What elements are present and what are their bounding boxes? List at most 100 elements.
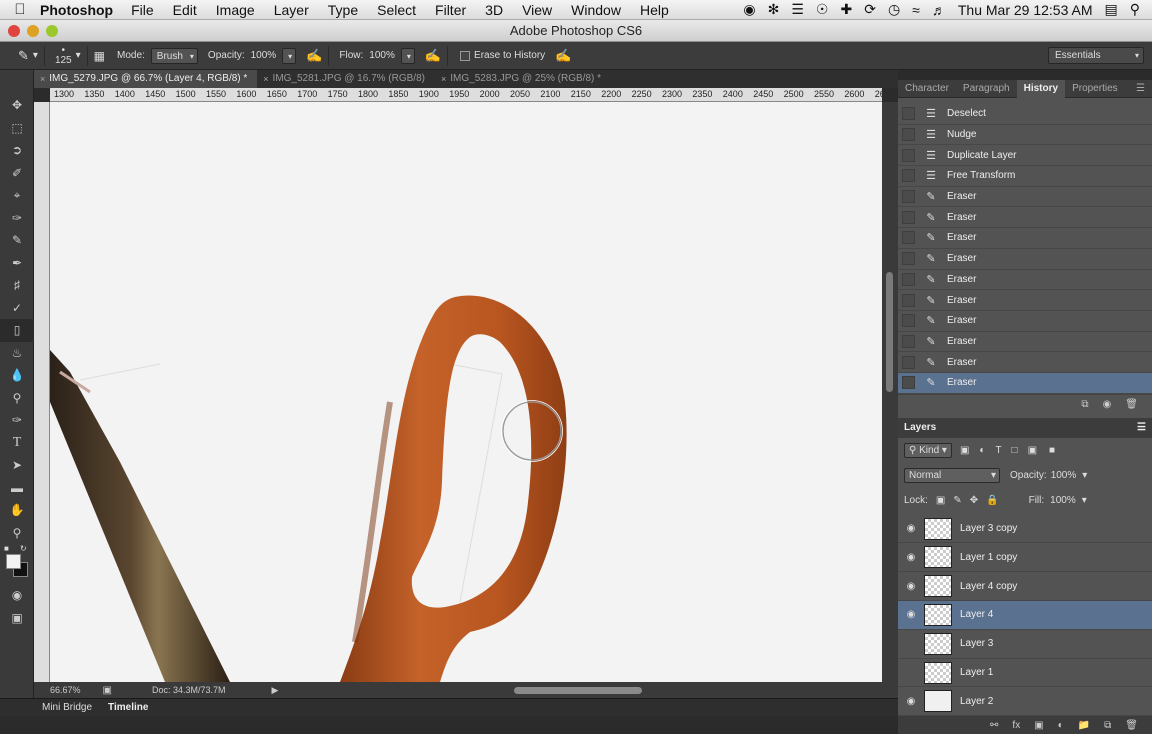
menu-layer[interactable]: Layer — [274, 2, 309, 18]
link-layers-icon[interactable]: ⚯ — [990, 720, 998, 731]
spotlight-icon[interactable]: ⚲ — [1130, 1, 1140, 18]
kind-filter-dropdown[interactable]: ⚲ Kind ▾ — [904, 442, 952, 458]
blur-tool-icon[interactable]: 💧 — [0, 364, 34, 387]
brush-panel-toggle-icon[interactable]: ▦ — [94, 49, 105, 63]
layer-name[interactable]: Layer 2 — [960, 696, 993, 707]
erase-to-history-checkbox[interactable] — [460, 50, 471, 61]
history-brush-source-box[interactable] — [902, 272, 915, 286]
visibility-eye-icon[interactable]: ◉ — [898, 552, 924, 563]
filter-shape-icon[interactable]: □ — [1012, 445, 1018, 456]
tab-paragraph[interactable]: Paragraph — [956, 80, 1017, 98]
history-state[interactable]: ☰ Nudge — [898, 125, 1152, 146]
foreground-color-swatch[interactable] — [6, 554, 21, 569]
zoom-window-button[interactable] — [46, 25, 58, 37]
menu-select[interactable]: Select — [377, 2, 416, 18]
history-brush-tool-icon[interactable]: ✓ — [0, 297, 34, 320]
flow-dropdown[interactable] — [400, 47, 415, 64]
apple-menu-icon[interactable]:  — [0, 1, 40, 18]
swap-colors-icon[interactable]: ↻ — [20, 544, 27, 553]
menu-extras-icon[interactable]: ▤ — [1105, 1, 1118, 18]
history-brush-source-box[interactable] — [902, 107, 915, 121]
layer-style-icon[interactable]: fx — [1012, 720, 1020, 731]
close-tab-icon[interactable]: × — [263, 70, 268, 88]
layers-menu-icon[interactable]: ☰ — [1137, 418, 1146, 438]
history-brush-source-box[interactable] — [902, 376, 915, 390]
history-brush-source-box[interactable] — [902, 169, 915, 183]
vertical-scroll-thumb[interactable] — [886, 272, 893, 392]
history-state[interactable]: ✎ Eraser — [898, 372, 1152, 394]
horizontal-scroll-thumb[interactable] — [514, 687, 642, 694]
menu-help[interactable]: Help — [640, 2, 669, 18]
close-tab-icon[interactable]: × — [40, 70, 45, 88]
layer-name[interactable]: Layer 3 copy — [960, 523, 1017, 534]
healing-brush-tool-icon[interactable]: ✎ — [0, 229, 34, 252]
menu-filter[interactable]: Filter — [435, 2, 466, 18]
time-machine-icon[interactable]: ◷ — [888, 1, 900, 18]
menu-view[interactable]: View — [522, 2, 552, 18]
list-icon[interactable]: ☰ — [791, 1, 804, 18]
layer-row[interactable]: Layer 1 — [898, 659, 1152, 688]
history-state[interactable]: ✎ Eraser — [898, 249, 1152, 270]
minimize-window-button[interactable] — [27, 25, 39, 37]
airbrush-icon[interactable]: ✍ — [425, 48, 441, 64]
horizontal-ruler[interactable]: 1300 1350 1400 1450 1500 1550 1600 1650 1700 1750… — [50, 88, 882, 102]
marquee-tool-icon[interactable]: ⬚ — [0, 117, 34, 140]
filter-adjustment-icon[interactable]: ◐ — [979, 445, 985, 456]
new-document-from-state-icon[interactable]: ⧉ — [1081, 399, 1088, 410]
status-menu-arrow-icon[interactable]: ▶ — [272, 685, 279, 696]
layer-row[interactable]: Layer 3 — [898, 630, 1152, 659]
layer-name[interactable]: Layer 1 — [960, 667, 993, 678]
snapshot-camera-icon[interactable]: ◉ — [1103, 399, 1112, 410]
dodge-tool-icon[interactable]: ⚲ — [0, 387, 34, 410]
adjustment-layer-icon[interactable]: ◐ — [1058, 720, 1064, 731]
history-brush-source-box[interactable] — [902, 293, 915, 307]
pressure-size-icon[interactable]: ✍ — [555, 48, 571, 64]
eraser-tool-icon[interactable]: ▯ — [0, 319, 34, 342]
fill-value[interactable]: 100% — [1050, 495, 1076, 506]
visibility-eye-icon[interactable]: ◉ — [898, 523, 924, 534]
history-brush-source-box[interactable] — [902, 148, 915, 162]
zoom-level[interactable]: 66.67% — [50, 685, 81, 695]
history-state[interactable]: ☰ Deselect — [898, 104, 1152, 125]
doc-tab[interactable]: × IMG_5283.JPG @ 25% (RGB/8) * — [435, 70, 611, 88]
history-state[interactable]: ✎ Eraser — [898, 352, 1152, 373]
layer-row[interactable]: ◉ Layer 2 — [898, 687, 1152, 717]
close-window-button[interactable] — [8, 25, 20, 37]
doc-tab[interactable]: × IMG_5281.JPG @ 16.7% (RGB/8) — [257, 70, 435, 88]
brush-tool-icon[interactable]: ✒ — [0, 252, 34, 275]
globe-icon[interactable]: ☉ — [816, 1, 829, 18]
filter-pixel-icon[interactable]: ▣ — [960, 445, 969, 456]
history-state[interactable]: ✎ Eraser — [898, 290, 1152, 311]
zoom-tool-icon[interactable]: ⚲ — [0, 522, 34, 545]
new-group-icon[interactable]: 📁 — [1078, 720, 1090, 731]
visibility-eye-icon[interactable]: ◉ — [898, 696, 924, 707]
visibility-eye-icon[interactable]: ◉ — [898, 581, 924, 592]
sparkle-icon[interactable]: ✻ — [768, 1, 780, 18]
wifi-icon[interactable]: ≈ — [912, 2, 920, 18]
timeline-tab[interactable]: Timeline — [100, 702, 156, 713]
blend-mode-dropdown[interactable]: Normal ▾ — [904, 467, 1000, 483]
opacity-value[interactable]: 100% — [251, 50, 277, 61]
history-state[interactable]: ✎ Eraser — [898, 207, 1152, 229]
tab-properties[interactable]: Properties — [1065, 80, 1125, 98]
lasso-tool-icon[interactable]: ➲ — [0, 139, 34, 162]
paint-bucket-tool-icon[interactable]: ♨ — [0, 342, 34, 365]
plus-icon[interactable]: ✚ — [840, 1, 852, 18]
clone-stamp-tool-icon[interactable]: ♯ — [0, 274, 34, 297]
delete-layer-trash-icon[interactable]: 🗑 — [1125, 720, 1138, 731]
history-state[interactable]: ✎ Eraser — [898, 311, 1152, 332]
eraser-tool-preset-icon[interactable]: ✎ — [18, 48, 29, 64]
history-brush-source-box[interactable] — [902, 334, 915, 348]
layer-name[interactable]: Layer 1 copy — [960, 552, 1017, 563]
menu-type[interactable]: Type — [328, 2, 358, 18]
mini-bridge-tab[interactable]: Mini Bridge — [34, 702, 100, 713]
history-brush-source-box[interactable] — [902, 231, 915, 245]
mode-dropdown[interactable]: Brush — [150, 47, 198, 64]
move-tool-icon[interactable]: ✥ — [0, 94, 34, 117]
layer-name[interactable]: Layer 3 — [960, 638, 993, 649]
layer-row[interactable]: ◉ Layer 4 copy — [898, 572, 1152, 602]
layer-row[interactable]: ◉ Layer 3 copy — [898, 515, 1152, 544]
screen-mode-icon[interactable]: ▣ — [0, 607, 34, 630]
default-colors-icon[interactable]: ■ — [4, 544, 9, 553]
history-brush-source-box[interactable] — [902, 128, 915, 142]
